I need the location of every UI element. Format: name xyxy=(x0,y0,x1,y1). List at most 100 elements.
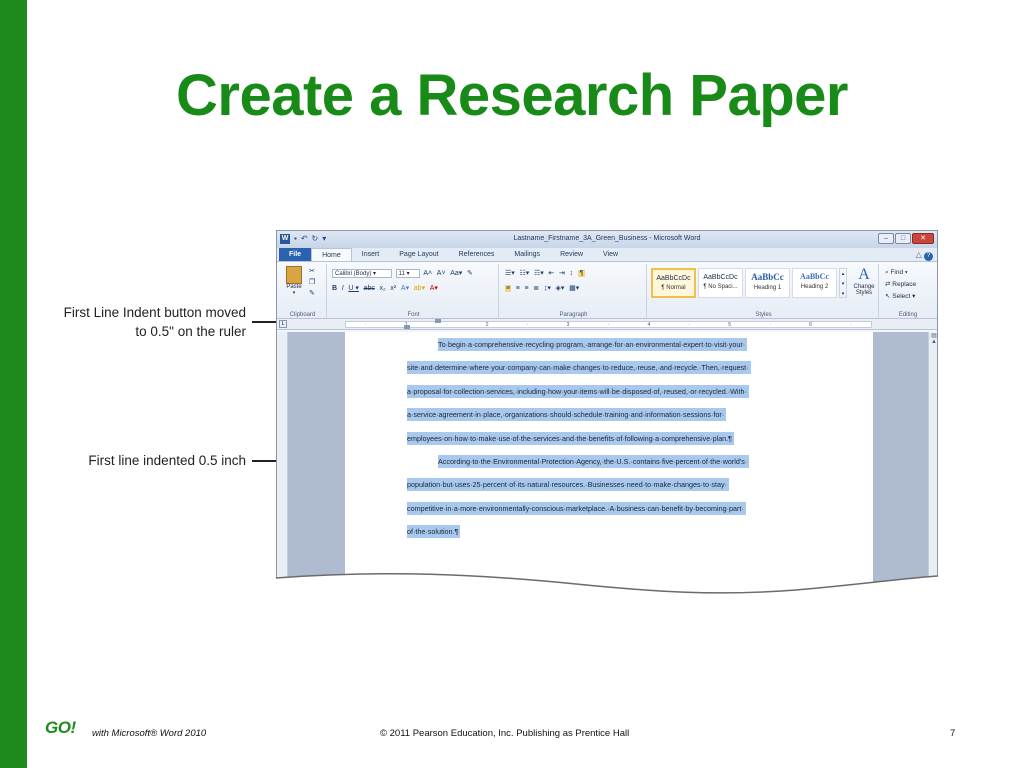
slide-title: Create a Research Paper xyxy=(175,63,849,128)
ribbon: Paste ▾ ✂ ❐ ✎ Clipboard Calibri (Body) ▾… xyxy=(277,262,937,319)
font-size-value: 11 xyxy=(398,271,405,277)
clipboard-group: Paste ▾ ✂ ❐ ✎ Clipboard xyxy=(279,264,327,318)
multilevel-list-icon[interactable]: ☶▾ xyxy=(534,269,544,277)
font-name-value: Calibri (Body) xyxy=(335,271,372,277)
line-spacing-icon[interactable]: ↨▾ xyxy=(544,284,551,292)
style-name: ¶ Normal xyxy=(661,285,686,291)
style-name: Heading 1 xyxy=(753,285,782,291)
sort-icon[interactable]: ↕ xyxy=(570,270,574,277)
tab-page-layout[interactable]: Page Layout xyxy=(389,248,448,261)
find-button[interactable]: ⌕ Find ▾ xyxy=(885,267,916,279)
torn-edge xyxy=(276,573,938,600)
decrease-indent-icon[interactable]: ⇤ xyxy=(548,269,554,277)
superscript-icon[interactable]: x² xyxy=(390,285,396,292)
minimize-ribbon-icon[interactable]: △ xyxy=(916,250,922,259)
bold-icon[interactable]: B xyxy=(332,285,337,292)
footer-copyright: © 2011 Pearson Education, Inc. Publishin… xyxy=(380,728,630,739)
tab-review[interactable]: Review xyxy=(550,248,593,261)
selected-text: According·to·the·Environmental·Protectio… xyxy=(438,454,750,468)
minimize-button[interactable]: – xyxy=(878,233,894,244)
word-window: W ▪ ↶ ↻ ▾ Lastname_Firstname_3A_Green_Bu… xyxy=(276,230,938,600)
replace-button[interactable]: ⇄ Replace xyxy=(885,279,916,291)
shrink-font-icon[interactable]: A˅ xyxy=(437,270,446,277)
change-styles-label: Change Styles xyxy=(853,284,875,296)
chevron-down-icon: ▾ xyxy=(292,290,296,296)
styles-group: AaBbCcDc ¶ Normal AaBbCcDc ¶ No Spaci...… xyxy=(649,264,879,318)
maximize-button[interactable]: □ xyxy=(895,233,911,244)
window-controls: – □ ✕ xyxy=(878,233,934,244)
show-hide-icon[interactable]: ¶ xyxy=(577,270,586,277)
tab-selector-icon[interactable]: L xyxy=(279,320,287,328)
increase-indent-icon[interactable]: ⇥ xyxy=(559,269,565,277)
page-number: 7 xyxy=(950,728,956,739)
format-painter-icon[interactable]: ✎ xyxy=(309,288,315,299)
help-icon[interactable]: ? xyxy=(924,252,933,261)
strikethrough-icon[interactable]: abc xyxy=(364,285,375,292)
styles-scroll[interactable]: ▴ ▾ ▾ xyxy=(839,268,847,298)
go-logo: GO! xyxy=(45,718,76,737)
style-sample: AaBbCc xyxy=(751,272,784,282)
selected-text: of·the·solution.¶ xyxy=(407,525,461,539)
font-name-select[interactable]: Calibri (Body) ▾ xyxy=(332,269,392,278)
numbering-icon[interactable]: ☷▾ xyxy=(519,269,529,277)
bullets-icon[interactable]: ☰▾ xyxy=(505,269,515,277)
style-no-spacing[interactable]: AaBbCcDc ¶ No Spaci... xyxy=(698,268,743,298)
clear-formatting-icon[interactable]: ✎ xyxy=(467,269,473,277)
selected-text: a·service·agreement·in·place,·organizati… xyxy=(407,408,727,422)
callout-text: First line indented 0.5 inch xyxy=(88,453,246,468)
align-right-icon[interactable]: ≡ xyxy=(525,285,529,292)
group-label: Styles xyxy=(755,312,772,318)
document-line: competitive·in·a·more·environmentally-co… xyxy=(407,501,813,525)
scroll-up-icon[interactable]: ▲ xyxy=(929,339,937,345)
copy-icon[interactable]: ❐ xyxy=(309,277,315,288)
font-color-icon[interactable]: A▾ xyxy=(430,284,438,292)
select-button[interactable]: ↖ Select ▾ xyxy=(885,291,916,303)
underline-icon[interactable]: U ▾ xyxy=(348,284,359,292)
editing-group: ⌕ Find ▾ ⇄ Replace ↖ Select ▾ Editing xyxy=(881,264,935,318)
find-label: Find xyxy=(890,269,904,276)
group-label: Clipboard xyxy=(289,312,316,318)
cut-icon[interactable]: ✂ xyxy=(309,266,315,277)
font-group: Calibri (Body) ▾ 11 ▾ A˄ A˅ Aa▾ ✎ B I U … xyxy=(329,264,499,318)
shading-icon[interactable]: ◈▾ xyxy=(556,284,565,292)
borders-icon[interactable]: ▦▾ xyxy=(569,284,579,292)
window-title: Lastname_Firstname_3A_Green_Business - M… xyxy=(513,235,701,242)
italic-icon[interactable]: I xyxy=(342,285,344,292)
ribbon-controls: △ ? xyxy=(916,250,933,261)
tab-references[interactable]: References xyxy=(449,248,505,261)
align-left-icon[interactable]: ≡ xyxy=(505,285,512,292)
tab-file[interactable]: File xyxy=(279,248,312,261)
close-button[interactable]: ✕ xyxy=(912,233,934,244)
callout-first-line-indent-button: First Line Indent button moved to 0.5" o… xyxy=(60,303,246,341)
horizontal-ruler[interactable]: L ·1·2·3·4·5·6· xyxy=(277,319,937,330)
hanging-indent-marker[interactable] xyxy=(404,325,410,329)
selected-text: population·but·uses·25·percent·of·its·na… xyxy=(407,478,729,492)
center-icon[interactable]: ≡ xyxy=(516,285,520,292)
document-line: a·proposal·for·collection·services,·incl… xyxy=(407,384,813,408)
subscript-icon[interactable]: x₂ xyxy=(380,285,386,292)
style-sample: AaBbCcDc xyxy=(656,275,691,282)
grow-font-icon[interactable]: A˄ xyxy=(423,270,432,277)
selected-text: site·and·determine·where·your·company·ca… xyxy=(407,361,751,375)
view-ruler-icon[interactable]: ▤ xyxy=(929,332,937,339)
document-body[interactable]: To·begin·a·comprehensive·recycling·progr… xyxy=(407,338,813,549)
paste-button[interactable]: Paste ▾ xyxy=(283,266,305,296)
highlight-icon[interactable]: ab▾ xyxy=(414,284,425,292)
tab-home[interactable]: Home xyxy=(311,248,352,261)
first-line-indent-marker[interactable] xyxy=(435,319,441,323)
document-line: a·service·agreement·in·place,·organizati… xyxy=(407,408,813,431)
tab-insert[interactable]: Insert xyxy=(352,248,390,261)
style-heading-1[interactable]: AaBbCc Heading 1 xyxy=(745,268,790,298)
font-size-select[interactable]: 11 ▾ xyxy=(395,269,420,278)
change-styles-button[interactable]: A Change Styles xyxy=(849,266,879,296)
change-case-icon[interactable]: Aa▾ xyxy=(450,269,462,277)
text-effects-icon[interactable]: A▾ xyxy=(401,284,409,292)
group-label: Font xyxy=(407,312,420,318)
style-normal[interactable]: AaBbCcDc ¶ Normal xyxy=(651,268,696,298)
group-label: Paragraph xyxy=(559,312,588,318)
justify-icon[interactable]: ≣ xyxy=(533,284,539,292)
tab-mailings[interactable]: Mailings xyxy=(504,248,550,261)
document-line: site·and·determine·where·your·company·ca… xyxy=(407,361,813,384)
tab-view[interactable]: View xyxy=(593,248,628,261)
style-heading-2[interactable]: AaBbCc Heading 2 xyxy=(792,268,837,298)
